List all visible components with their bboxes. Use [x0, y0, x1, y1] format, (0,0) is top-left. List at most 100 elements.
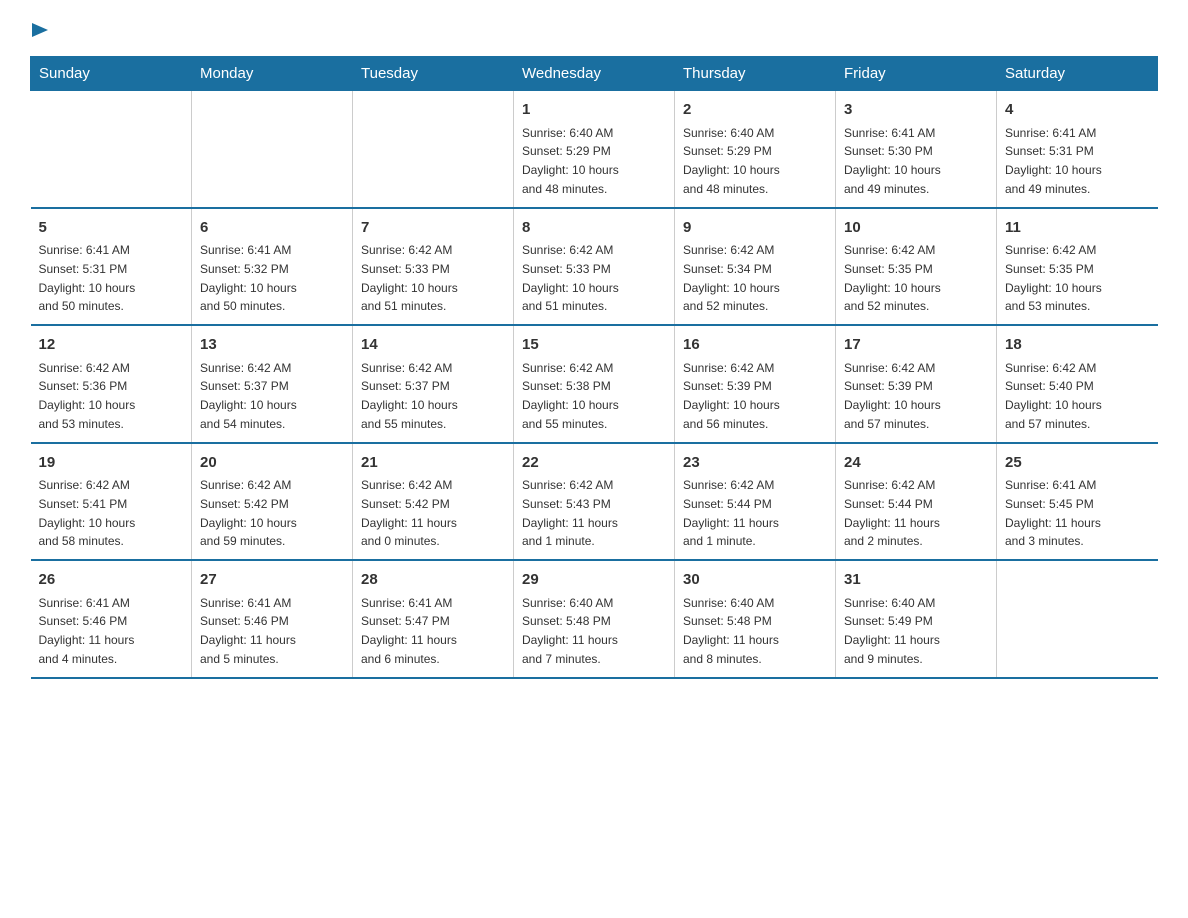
day-number: 22 — [522, 452, 666, 475]
calendar-cell: 15 Sunrise: 6:42 AMSunset: 5:38 PMDayligh… — [514, 325, 675, 443]
calendar-cell: 22Sunrise: 6:42 AMSunset: 5:43 PMDayligh… — [514, 443, 675, 561]
calendar-cell: 16Sunrise: 6:42 AMSunset: 5:39 PMDayligh… — [675, 325, 836, 443]
day-info: Sunrise: 6:41 AMSunset: 5:32 PMDaylight:… — [200, 243, 297, 313]
day-info: Sunrise: 6:42 AMSunset: 5:33 PMDaylight:… — [361, 243, 458, 313]
header-friday: Friday — [836, 57, 997, 91]
day-number: 15 — [522, 334, 666, 357]
calendar-cell: 24 Sunrise: 6:42 AMSunset: 5:44 PMDayligh… — [836, 443, 997, 561]
day-number: 16 — [683, 334, 827, 357]
calendar-table: SundayMondayTuesdayWednesdayThursdayFrid… — [30, 56, 1158, 679]
day-number: 14 — [361, 334, 505, 357]
day-info: Sunrise: 6:42 AMSunset: 5:41 PMDaylight:… — [39, 478, 136, 548]
day-number: 25 — [1005, 452, 1150, 475]
day-info: Sunrise: 6:42 AMSunset: 5:35 PMDaylight:… — [844, 243, 941, 313]
day-info: Sunrise: 6:42 AMSunset: 5:38 PMDaylight:… — [522, 361, 619, 431]
header-tuesday: Tuesday — [353, 57, 514, 91]
calendar-cell: 13 Sunrise: 6:42 AMSunset: 5:37 PMDayligh… — [192, 325, 353, 443]
day-info: Sunrise: 6:41 AMSunset: 5:30 PMDaylight:… — [844, 126, 941, 196]
day-number: 3 — [844, 99, 988, 122]
day-info: Sunrise: 6:41 AMSunset: 5:31 PMDaylight:… — [39, 243, 136, 313]
calendar-cell: 14 Sunrise: 6:42 AMSunset: 5:37 PMDayligh… — [353, 325, 514, 443]
day-info: Sunrise: 6:42 AMSunset: 5:34 PMDaylight:… — [683, 243, 780, 313]
day-number: 23 — [683, 452, 827, 475]
calendar-cell: 19 Sunrise: 6:42 AMSunset: 5:41 PMDayligh… — [31, 443, 192, 561]
calendar-week-4: 26 Sunrise: 6:41 AMSunset: 5:46 PMDayligh… — [31, 560, 1158, 678]
calendar-week-0: 1 Sunrise: 6:40 AMSunset: 5:29 PMDaylight… — [31, 91, 1158, 208]
calendar-cell: 17 Sunrise: 6:42 AMSunset: 5:39 PMDayligh… — [836, 325, 997, 443]
day-info: Sunrise: 6:41 AMSunset: 5:46 PMDaylight:… — [200, 596, 296, 666]
day-number: 9 — [683, 217, 827, 240]
day-info: Sunrise: 6:42 AMSunset: 5:37 PMDaylight:… — [200, 361, 297, 431]
calendar-cell: 31 Sunrise: 6:40 AMSunset: 5:49 PMDayligh… — [836, 560, 997, 678]
day-number: 20 — [200, 452, 344, 475]
calendar-cell: 21 Sunrise: 6:42 AMSunset: 5:42 PMDayligh… — [353, 443, 514, 561]
day-info: Sunrise: 6:42 AMSunset: 5:36 PMDaylight:… — [39, 361, 136, 431]
day-number: 18 — [1005, 334, 1150, 357]
header-sunday: Sunday — [31, 57, 192, 91]
calendar-cell: 3 Sunrise: 6:41 AMSunset: 5:30 PMDaylight… — [836, 91, 997, 208]
calendar-cell — [997, 560, 1158, 678]
calendar-cell: 9 Sunrise: 6:42 AMSunset: 5:34 PMDaylight… — [675, 208, 836, 326]
day-info: Sunrise: 6:40 AMSunset: 5:29 PMDaylight:… — [683, 126, 780, 196]
calendar-cell: 30Sunrise: 6:40 AMSunset: 5:48 PMDayligh… — [675, 560, 836, 678]
calendar-cell: 1 Sunrise: 6:40 AMSunset: 5:29 PMDaylight… — [514, 91, 675, 208]
calendar-cell: 18 Sunrise: 6:42 AMSunset: 5:40 PMDayligh… — [997, 325, 1158, 443]
page-header — [30, 20, 1158, 36]
calendar-week-1: 5Sunrise: 6:41 AMSunset: 5:31 PMDaylight… — [31, 208, 1158, 326]
day-number: 2 — [683, 99, 827, 122]
day-number: 7 — [361, 217, 505, 240]
day-info: Sunrise: 6:40 AMSunset: 5:29 PMDaylight:… — [522, 126, 619, 196]
calendar-header-row: SundayMondayTuesdayWednesdayThursdayFrid… — [31, 57, 1158, 91]
day-info: Sunrise: 6:42 AMSunset: 5:42 PMDaylight:… — [200, 478, 297, 548]
day-number: 31 — [844, 569, 988, 592]
calendar-cell: 26Sunrise: 6:41 AMSunset: 5:46 PMDayligh… — [31, 560, 192, 678]
day-number: 8 — [522, 217, 666, 240]
day-info: Sunrise: 6:42 AMSunset: 5:37 PMDaylight:… — [361, 361, 458, 431]
day-number: 13 — [200, 334, 344, 357]
calendar-cell: 11 Sunrise: 6:42 AMSunset: 5:35 PMDayligh… — [997, 208, 1158, 326]
day-number: 28 — [361, 569, 505, 592]
calendar-cell: 23 Sunrise: 6:42 AMSunset: 5:44 PMDayligh… — [675, 443, 836, 561]
header-saturday: Saturday — [997, 57, 1158, 91]
day-number: 21 — [361, 452, 505, 475]
day-info: Sunrise: 6:40 AMSunset: 5:48 PMDaylight:… — [522, 596, 618, 666]
logo — [30, 20, 52, 36]
day-info: Sunrise: 6:40 AMSunset: 5:49 PMDaylight:… — [844, 596, 940, 666]
day-info: Sunrise: 6:41 AMSunset: 5:31 PMDaylight:… — [1005, 126, 1102, 196]
day-number: 4 — [1005, 99, 1150, 122]
calendar-cell: 2 Sunrise: 6:40 AMSunset: 5:29 PMDaylight… — [675, 91, 836, 208]
day-info: Sunrise: 6:42 AMSunset: 5:44 PMDaylight:… — [683, 478, 779, 548]
day-number: 12 — [39, 334, 184, 357]
calendar-cell — [192, 91, 353, 208]
calendar-cell: 10 Sunrise: 6:42 AMSunset: 5:35 PMDayligh… — [836, 208, 997, 326]
day-info: Sunrise: 6:42 AMSunset: 5:42 PMDaylight:… — [361, 478, 457, 548]
header-wednesday: Wednesday — [514, 57, 675, 91]
day-number: 29 — [522, 569, 666, 592]
day-number: 6 — [200, 217, 344, 240]
calendar-cell: 28Sunrise: 6:41 AMSunset: 5:47 PMDayligh… — [353, 560, 514, 678]
day-info: Sunrise: 6:42 AMSunset: 5:39 PMDaylight:… — [844, 361, 941, 431]
day-number: 19 — [39, 452, 184, 475]
header-monday: Monday — [192, 57, 353, 91]
day-number: 27 — [200, 569, 344, 592]
day-number: 17 — [844, 334, 988, 357]
day-number: 30 — [683, 569, 827, 592]
calendar-cell: 25Sunrise: 6:41 AMSunset: 5:45 PMDayligh… — [997, 443, 1158, 561]
calendar-cell: 8 Sunrise: 6:42 AMSunset: 5:33 PMDaylight… — [514, 208, 675, 326]
day-number: 26 — [39, 569, 184, 592]
calendar-cell: 5Sunrise: 6:41 AMSunset: 5:31 PMDaylight… — [31, 208, 192, 326]
day-number: 1 — [522, 99, 666, 122]
calendar-cell: 27 Sunrise: 6:41 AMSunset: 5:46 PMDayligh… — [192, 560, 353, 678]
logo-arrow-icon — [32, 20, 52, 40]
calendar-week-3: 19 Sunrise: 6:42 AMSunset: 5:41 PMDayligh… — [31, 443, 1158, 561]
day-info: Sunrise: 6:42 AMSunset: 5:44 PMDaylight:… — [844, 478, 940, 548]
calendar-cell — [353, 91, 514, 208]
day-number: 11 — [1005, 217, 1150, 240]
day-number: 24 — [844, 452, 988, 475]
calendar-cell: 20 Sunrise: 6:42 AMSunset: 5:42 PMDayligh… — [192, 443, 353, 561]
day-info: Sunrise: 6:42 AMSunset: 5:33 PMDaylight:… — [522, 243, 619, 313]
day-info: Sunrise: 6:42 AMSunset: 5:40 PMDaylight:… — [1005, 361, 1102, 431]
day-number: 10 — [844, 217, 988, 240]
calendar-cell: 29 Sunrise: 6:40 AMSunset: 5:48 PMDayligh… — [514, 560, 675, 678]
day-info: Sunrise: 6:42 AMSunset: 5:35 PMDaylight:… — [1005, 243, 1102, 313]
